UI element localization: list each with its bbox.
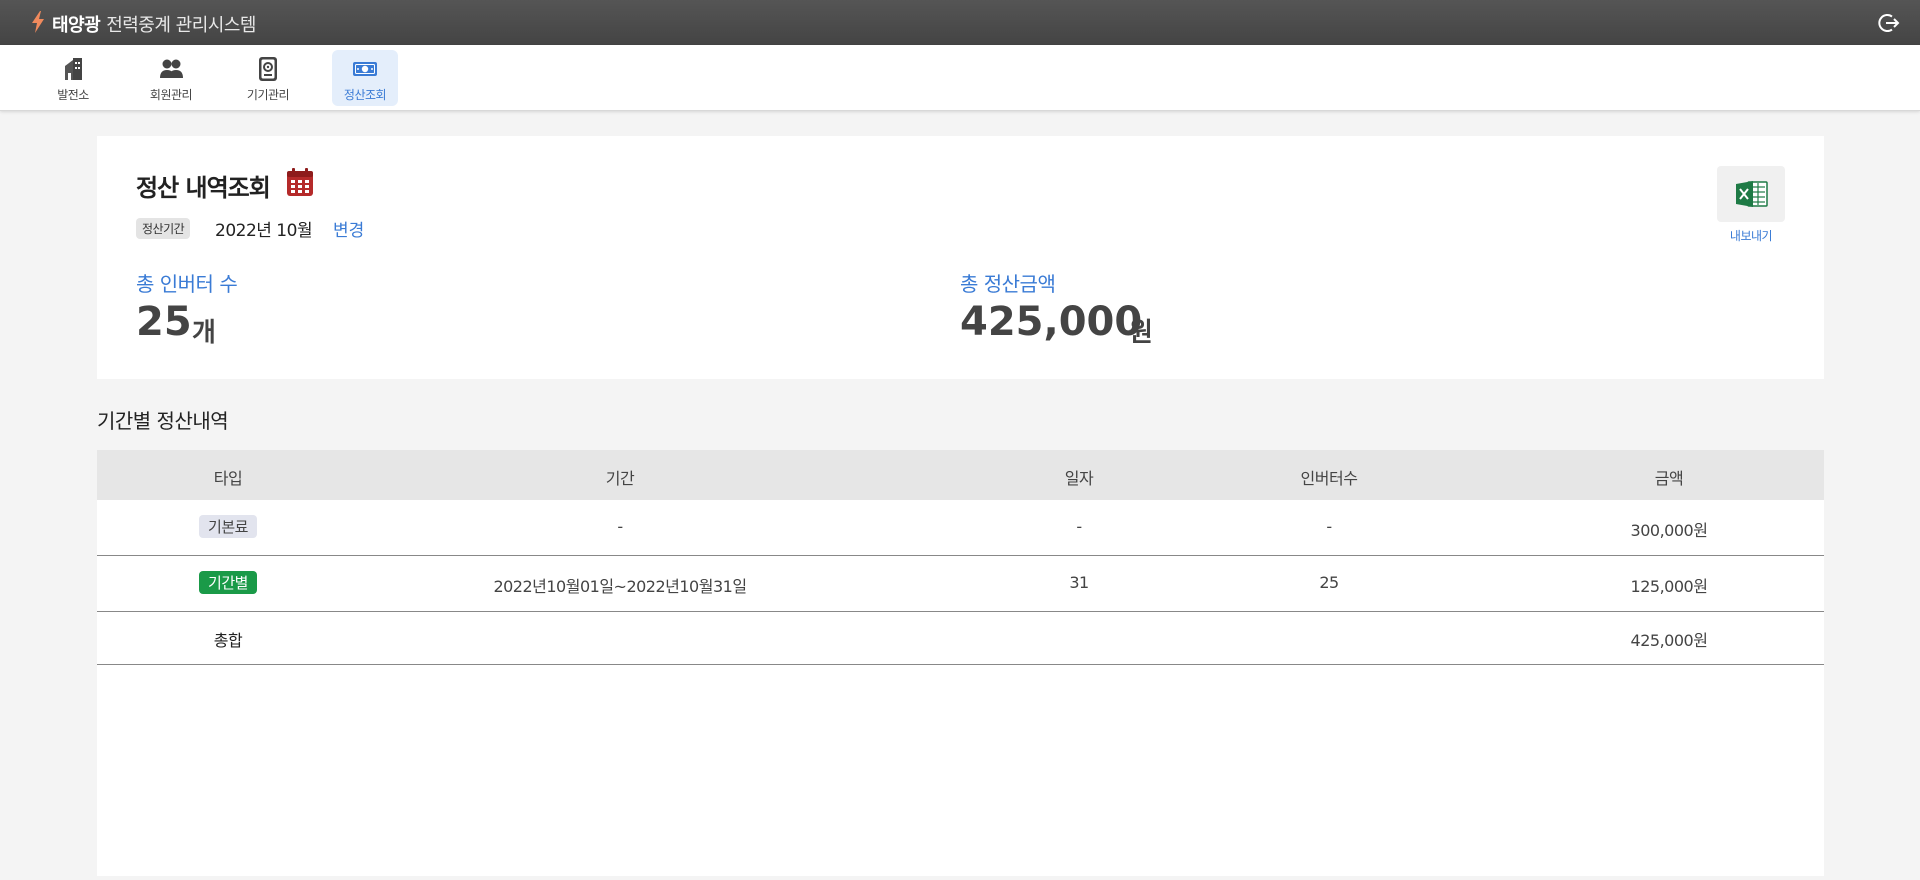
building-icon bbox=[65, 58, 82, 80]
total-inverter-label: 총 인버터 수 bbox=[136, 272, 238, 296]
export-box bbox=[1717, 166, 1785, 222]
export-button[interactable]: 내보내기 bbox=[1717, 166, 1785, 244]
period-badge: 정산기간 bbox=[136, 218, 191, 239]
app-title-rest: 전력중계 관리시스템 bbox=[106, 15, 256, 36]
nav-label: 발전소 bbox=[57, 88, 89, 102]
nav-item-settlement[interactable]: 정산조회 bbox=[332, 50, 398, 106]
table-row: 기본료 - - - 300,000원 bbox=[97, 500, 1824, 556]
period-value: 2022년 10월 bbox=[215, 221, 313, 241]
cell-type: 기본료 bbox=[97, 515, 359, 538]
nav-item-power-plant[interactable]: 발전소 bbox=[40, 50, 106, 106]
app-title: 태양광 전력중계 관리시스템 bbox=[52, 11, 256, 37]
logout-icon[interactable] bbox=[1878, 12, 1900, 34]
total-inverter-value: 25 bbox=[136, 299, 192, 345]
cell-days: - bbox=[1076, 517, 1082, 536]
users-icon bbox=[160, 59, 183, 78]
type-tag: 기본료 bbox=[199, 515, 257, 538]
header-amount: 금액 bbox=[1654, 469, 1684, 488]
table-total-row: 총합 425,000원 bbox=[97, 612, 1824, 665]
cell-amount: 300,000원 bbox=[1630, 521, 1708, 540]
cell-inverters: 25 bbox=[1319, 573, 1339, 592]
header-days: 일자 bbox=[1064, 469, 1094, 488]
total-label: 총합 bbox=[213, 631, 243, 650]
table-row: 기간별 2022년10월01일~2022년10월31일 31 25 125,00… bbox=[97, 556, 1824, 612]
nav-item-members[interactable]: 회원관리 bbox=[138, 50, 204, 106]
total-amount-label: 총 정산금액 bbox=[960, 272, 1056, 296]
section-title: 기간별 정산내역 bbox=[97, 409, 229, 433]
total-amount: 425,000원 bbox=[1630, 631, 1708, 650]
app-title-bold: 태양광 bbox=[52, 15, 101, 36]
lightning-icon bbox=[32, 11, 44, 33]
top-bar: 태양광 전력중계 관리시스템 bbox=[0, 0, 1920, 45]
total-amount-value: 425,000 bbox=[960, 299, 1143, 345]
nav-label: 정산조회 bbox=[343, 88, 387, 102]
nav-label: 회원관리 bbox=[149, 88, 193, 102]
cell-period: - bbox=[617, 517, 623, 536]
total-inverter-unit: 개 bbox=[192, 318, 216, 348]
calendar-icon[interactable] bbox=[287, 168, 313, 196]
settlement-summary-card: 정산 내역조회 정산기간 2022년 10월 변경 내보내기 총 인버터 수 2… bbox=[97, 136, 1824, 379]
header-period: 기간 bbox=[605, 469, 635, 488]
nav-label: 기기관리 bbox=[246, 88, 290, 102]
main-nav: 발전소 회원관리 기기관리 정산조회 bbox=[0, 45, 1920, 111]
excel-icon bbox=[1736, 181, 1768, 207]
total-amount-unit: 원 bbox=[1129, 318, 1153, 348]
nav-item-devices[interactable]: 기기관리 bbox=[235, 50, 301, 106]
cell-type: 기간별 bbox=[97, 571, 359, 594]
cell-inverters: - bbox=[1326, 517, 1332, 536]
header-inverters: 인버터수 bbox=[1300, 469, 1358, 488]
page-title: 정산 내역조회 bbox=[136, 174, 271, 202]
settlement-table: 타입 기간 일자 인버터수 금액 기본료 - - - 300,000원 기간별 … bbox=[97, 450, 1824, 876]
change-period-link[interactable]: 변경 bbox=[333, 216, 364, 241]
cell-period: 2022년10월01일~2022년10월31일 bbox=[493, 577, 747, 596]
device-icon bbox=[259, 57, 277, 81]
cell-days: 31 bbox=[1069, 573, 1089, 592]
export-label: 내보내기 bbox=[1729, 229, 1773, 243]
money-icon bbox=[353, 62, 377, 76]
type-tag: 기간별 bbox=[199, 571, 257, 594]
cell-amount: 125,000원 bbox=[1630, 577, 1708, 596]
header-type: 타입 bbox=[213, 469, 243, 488]
table-header: 타입 기간 일자 인버터수 금액 bbox=[97, 450, 1824, 500]
